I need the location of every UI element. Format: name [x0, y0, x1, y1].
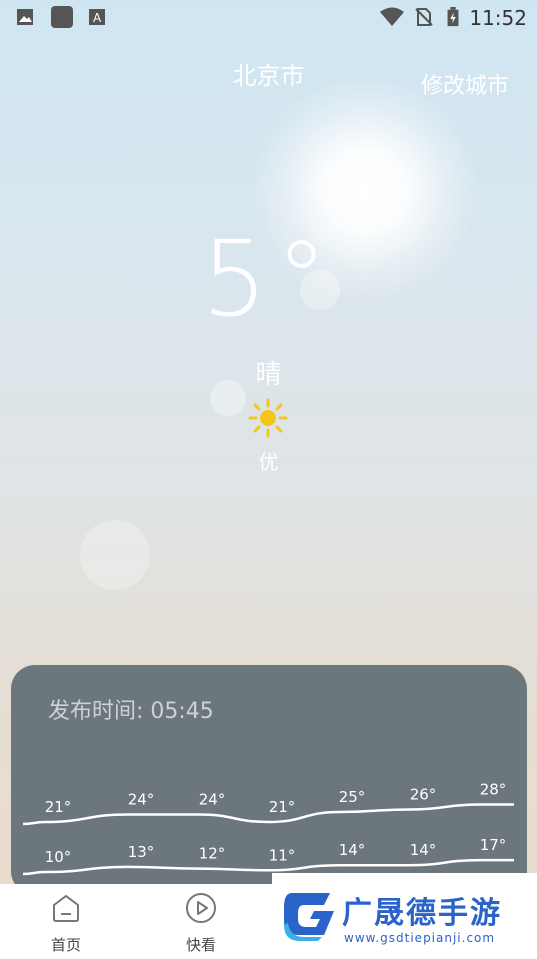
gallery-notification-icon	[17, 9, 33, 25]
high-temp-label: 21°	[45, 798, 72, 816]
watermark-logo-icon	[284, 893, 334, 941]
sun-icon	[248, 398, 288, 438]
nav-label-home: 首页	[50, 936, 81, 954]
status-time: 11:52	[469, 6, 527, 30]
watermark: 广晟德手游 www.gsdtiepianji.com	[272, 873, 537, 959]
home-icon	[53, 894, 79, 922]
low-temp-label: 17°	[480, 836, 507, 854]
weather-condition: 晴	[255, 360, 282, 390]
high-temp-label: 25°	[339, 788, 366, 806]
nav-item-home[interactable]: 首页	[21, 884, 111, 959]
app-notification-icon	[51, 6, 73, 28]
nav-item-watch[interactable]: 快看	[156, 884, 246, 959]
nav-label-watch: 快看	[185, 936, 216, 954]
battery-charging-icon	[447, 7, 459, 27]
high-temp-label: 21°	[269, 798, 296, 816]
current-temperature: 5°	[201, 218, 336, 340]
low-temp-label: 11°	[269, 846, 296, 864]
low-temp-label: 14°	[339, 841, 366, 859]
high-temp-label: 28°	[480, 781, 507, 799]
low-temp-label: 13°	[128, 843, 155, 861]
high-temp-label: 24°	[199, 791, 226, 809]
temperature-chart: 21° 24° 24° 21° 25° 26° 28° 10° 13° 12° 11° 14° 14° 1…	[22, 781, 514, 876]
high-temp-label: 26°	[410, 786, 437, 804]
high-temp-label: 24°	[128, 791, 155, 809]
font-notification-icon: A	[89, 9, 105, 25]
play-icon	[186, 893, 216, 923]
low-temp-label: 12°	[199, 845, 226, 863]
no-sim-icon	[415, 8, 433, 26]
low-temp-label: 10°	[45, 848, 72, 866]
change-city-button[interactable]: 修改城市	[421, 68, 509, 100]
svg-text:A: A	[93, 11, 102, 25]
lens-flare	[80, 520, 150, 590]
low-temp-label: 14°	[410, 841, 437, 859]
forecast-panel: 发布时间: 05:45 21° 24° 24° 21° 25° 26° 28° 10° 13° 1…	[11, 665, 527, 895]
wifi-icon	[380, 7, 404, 26]
status-bar: A 11:52	[0, 0, 537, 36]
watermark-url: www.gsdtiepianji.com	[344, 931, 496, 945]
air-quality: 优	[258, 450, 279, 474]
watermark-text: 广晟德手游	[342, 896, 502, 931]
